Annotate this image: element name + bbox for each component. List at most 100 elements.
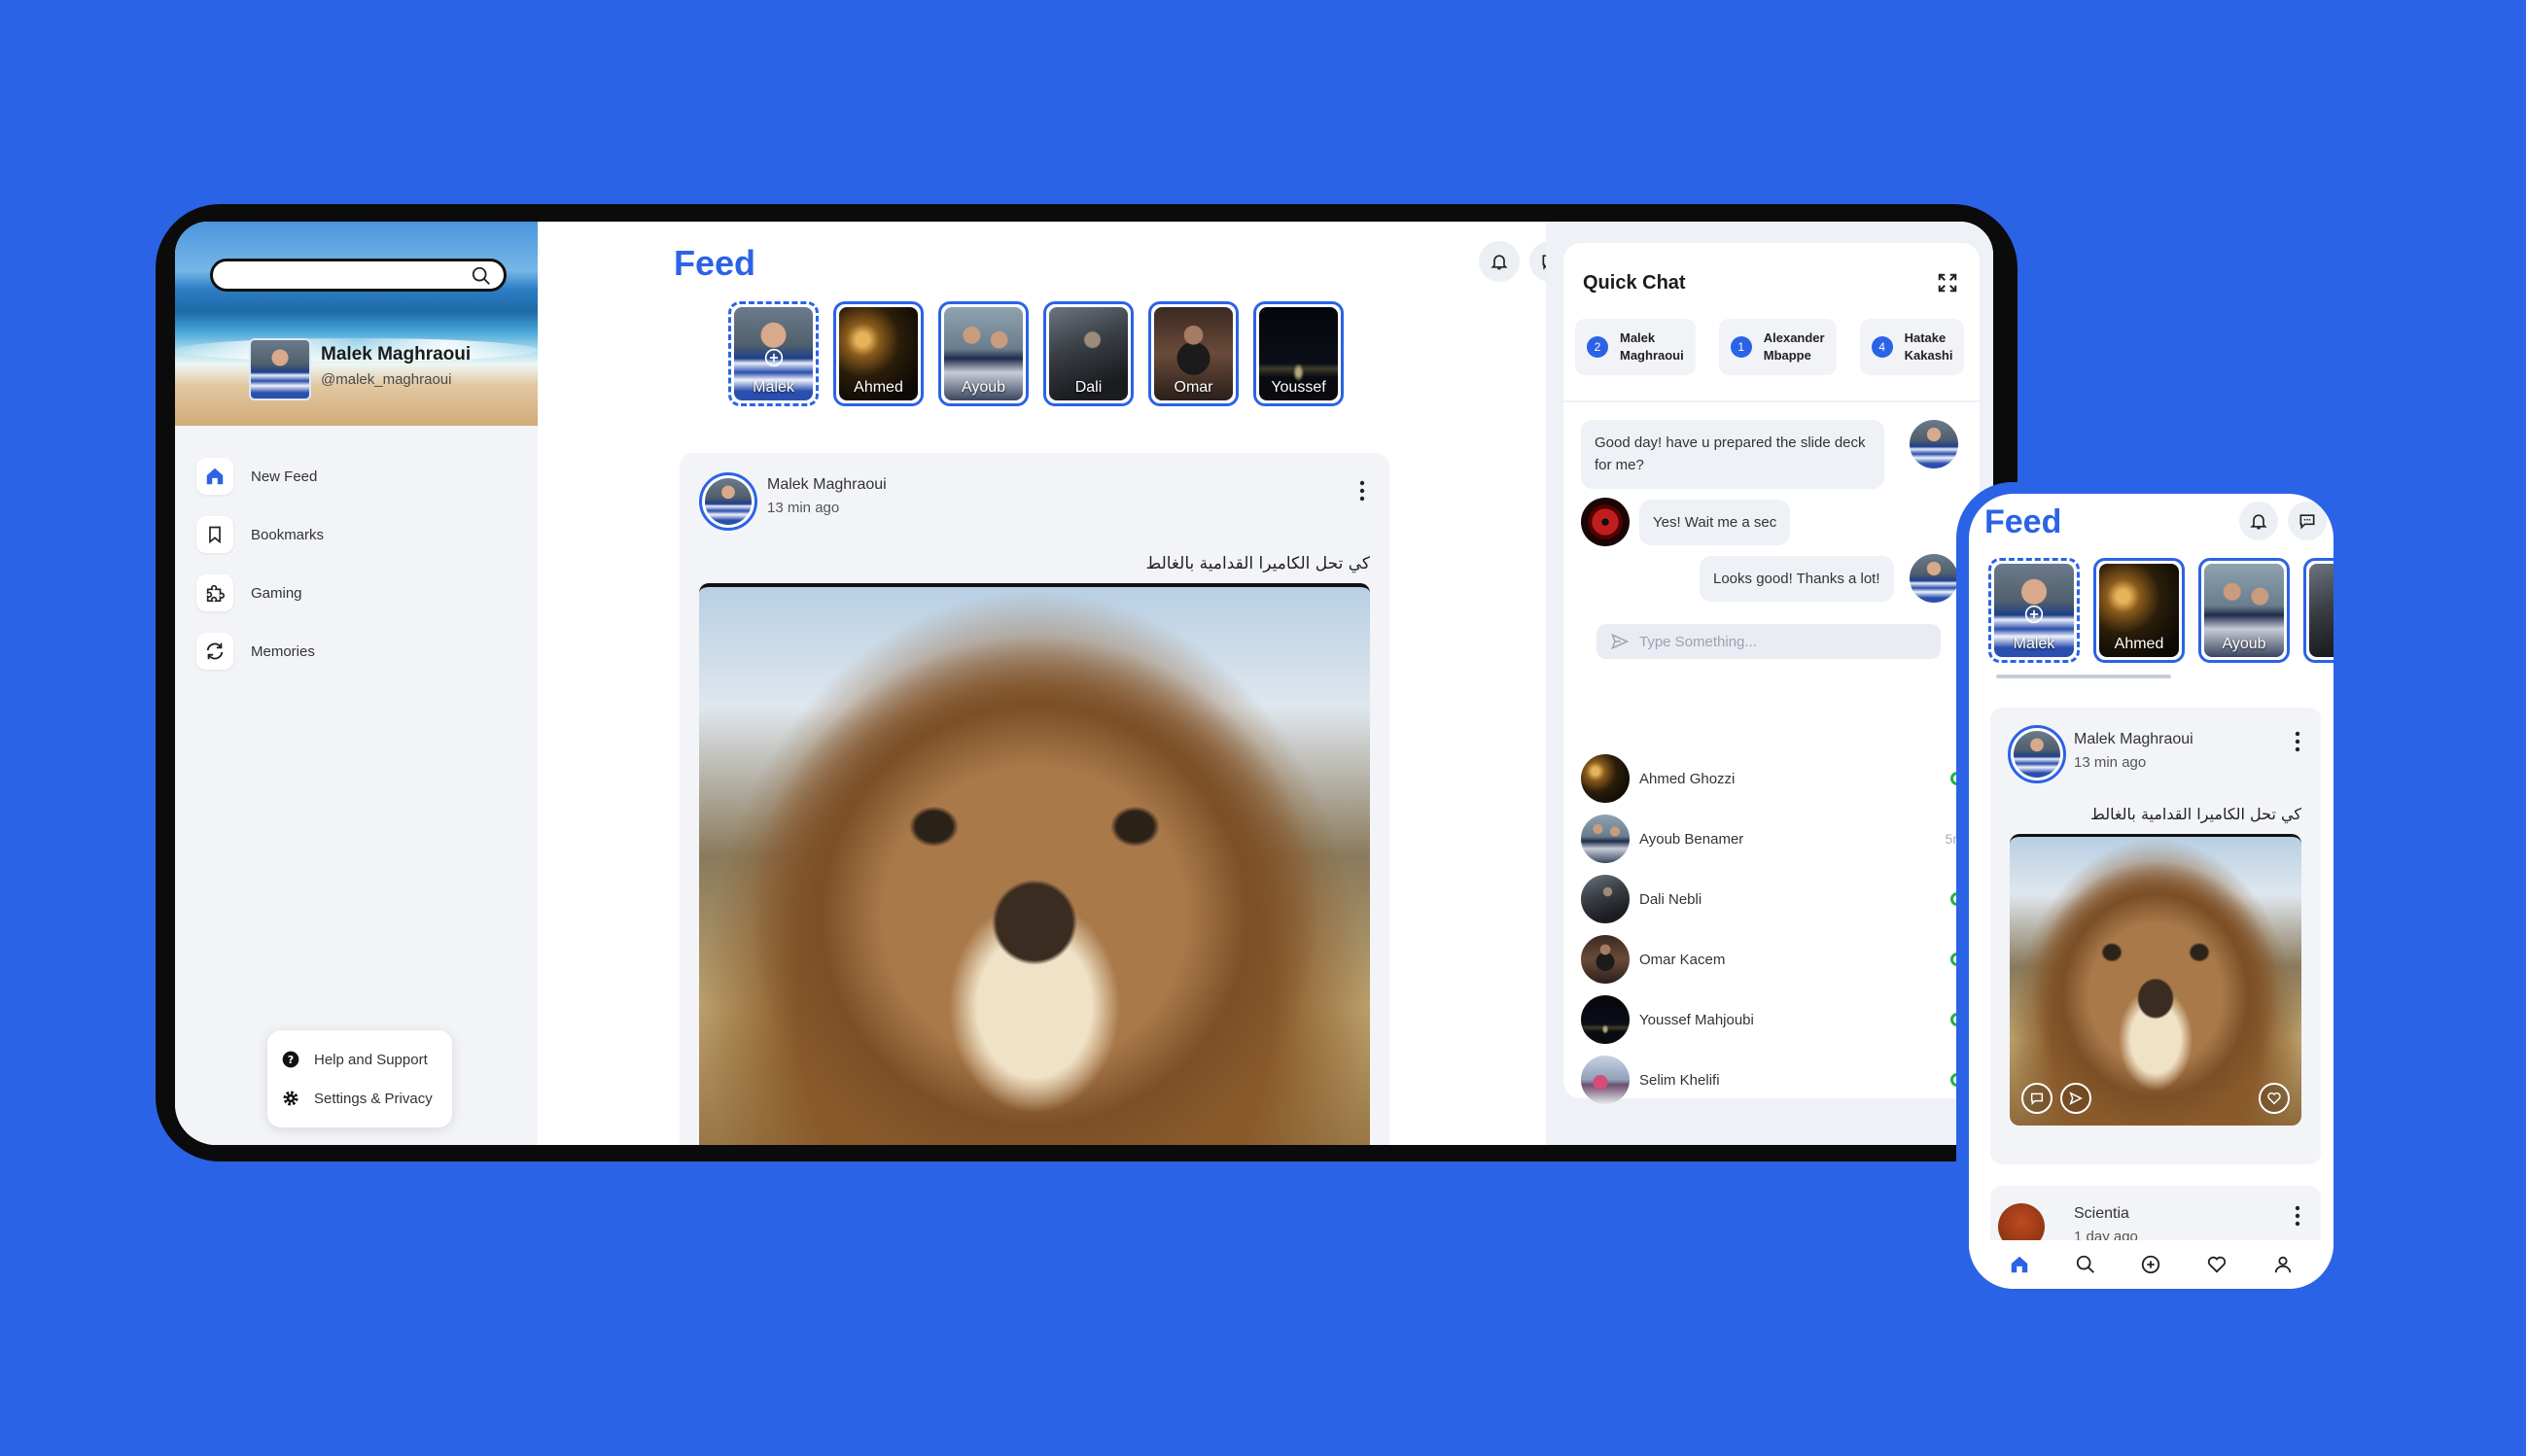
sidebar-item-gaming[interactable]: Gaming [196,564,517,622]
story-label: Ayoub [961,379,1006,396]
chat-message-input[interactable]: Type Something... [1596,624,1941,659]
avatar[interactable] [2008,725,2066,783]
tab-favorites[interactable] [2199,1247,2234,1282]
expand-icon[interactable] [1937,272,1958,294]
contact-name: Youssef Mahjoubi [1639,1011,1754,1028]
chat-chip[interactable]: 2 Malek Maghraoui [1575,319,1696,375]
chat-message: Looks good! Thanks a lot! [1700,556,1894,603]
notifications-button[interactable] [1479,241,1520,282]
more-options-icon[interactable] [1358,480,1366,502]
svg-text:?: ? [288,1054,294,1066]
avatar [1910,420,1958,468]
settings-privacy-item[interactable]: Settings & Privacy [281,1079,439,1118]
contact-item[interactable]: Ahmed Ghozzi [1581,748,1966,809]
stories-row: Malek Ahmed Ayoub [1988,558,2333,663]
feed-post: Malek Maghraoui 13 min ago كي تحل الكامي… [680,453,1389,1145]
stories-row: Malek Ahmed Ayoub Dali Omar Youssef [728,301,1344,406]
avatar [1581,815,1630,863]
sidebar-item-label: New Feed [251,468,318,485]
home-icon [2011,1256,2028,1273]
sidebar-item-memories[interactable]: Memories [196,622,517,680]
post-image[interactable] [2010,834,2301,1126]
avatar[interactable] [699,472,757,531]
tablet-screen: Malek Maghraoui @malek_maghraoui New Fee… [175,222,1993,1145]
post-author[interactable]: Malek Maghraoui [2074,731,2193,748]
contact-item[interactable]: Selim Khelifi [1581,1050,1966,1110]
bell-icon [2250,514,2267,530]
contact-name: Omar Kacem [1639,951,1726,968]
chat-message: Good day! have u prepared the slide deck… [1581,420,1884,489]
user-icon [2274,1256,2292,1273]
chip-name: Malek Maghraoui [1620,329,1684,363]
avatar [1581,498,1630,546]
sidebar-item-bookmarks[interactable]: Bookmarks [196,505,517,564]
comment-icon [2030,1092,2044,1106]
add-story-icon[interactable] [764,348,784,367]
search-input[interactable] [210,259,507,292]
tab-profile[interactable] [2265,1247,2300,1282]
quick-chat-title: Quick Chat [1583,272,1686,294]
stories-scrollbar[interactable] [1996,675,2171,678]
story-item[interactable]: Ahmed [833,301,924,406]
post-author[interactable]: Malek Maghraoui [767,476,887,494]
story-item[interactable]: Youssef [1253,301,1344,406]
profile-avatar[interactable] [249,338,311,400]
contact-name: Selim Khelifi [1639,1071,1720,1089]
sidebar-item-label: Memories [251,642,315,660]
more-options-icon[interactable] [2294,1205,2301,1227]
search-icon [2076,1255,2094,1273]
quick-chat-panel: Quick Chat 2 Malek Maghraoui 1 Alexander M… [1563,243,1980,1104]
contact-item[interactable]: Youssef Mahjoubi [1581,989,1966,1050]
contact-item[interactable]: Dali Nebli [1581,869,1966,929]
page-title: Feed [674,243,756,283]
notifications-button[interactable] [2239,502,2278,540]
story-item[interactable]: Dali [1043,301,1134,406]
chat-chip[interactable]: 4 Hatake Kakashi [1859,319,1965,375]
story-item[interactable]: Omar [1148,301,1239,406]
add-story-icon[interactable] [2024,605,2044,624]
chat-chip[interactable]: 1 Alexander Mbappe [1718,319,1837,375]
avatar [1581,875,1630,923]
contact-item[interactable]: Ayoub Benamer 5m [1581,809,1966,869]
chat-icon [2299,514,2315,530]
story-label: Ahmed [2114,636,2164,652]
story-label: Omar [1174,379,1213,396]
profile-cover-image [175,222,538,426]
story-label: Ahmed [854,379,903,396]
story-item[interactable]: Malek [728,301,819,406]
help-and-support-item[interactable]: ? Help and Support [281,1040,439,1079]
share-button[interactable] [2060,1083,2091,1114]
avatar[interactable] [1998,1203,2045,1244]
story-item[interactable]: Ahmed [2093,558,2185,663]
sidebar-item-label: Gaming [251,584,302,602]
story-item[interactable]: Ayoub [2198,558,2290,663]
post-image[interactable] [699,583,1370,1145]
profile-name: Malek Maghraoui [321,344,472,364]
add-icon [2142,1255,2160,1274]
contact-name: Dali Nebli [1639,890,1702,908]
search-icon[interactable] [471,265,492,287]
contact-item[interactable]: Omar Kacem [1581,929,1966,989]
send-icon[interactable] [1610,632,1630,651]
post-author[interactable]: Scientia [2074,1205,2129,1223]
messages-button[interactable] [2288,502,2327,540]
tab-home[interactable] [2002,1247,2037,1282]
chip-name: Alexander Mbappe [1763,329,1825,363]
tab-search[interactable] [2068,1247,2103,1282]
right-column: Quick Chat 2 Malek Maghraoui 1 Alexander M… [1546,222,1993,1145]
unread-badge: 2 [1587,336,1608,358]
heart-icon [2208,1256,2227,1273]
sidebar-item-new-feed[interactable]: New Feed [196,447,517,505]
story-label: Malek [753,379,794,396]
story-item[interactable]: Malek [1988,558,2080,663]
feed-panel: Feed Malek Ahmed Ayoub Dali Omar Youssef… [538,222,1570,1145]
more-options-icon[interactable] [2294,731,2301,752]
story-item[interactable] [2303,558,2333,663]
tab-add[interactable] [2133,1247,2168,1282]
story-item[interactable]: Ayoub [938,301,1029,406]
comment-button[interactable] [2021,1083,2052,1114]
divider [1563,400,1980,402]
like-button[interactable] [2259,1083,2290,1114]
sidebar-item-label: Bookmarks [251,526,325,543]
avatar [1581,754,1630,803]
